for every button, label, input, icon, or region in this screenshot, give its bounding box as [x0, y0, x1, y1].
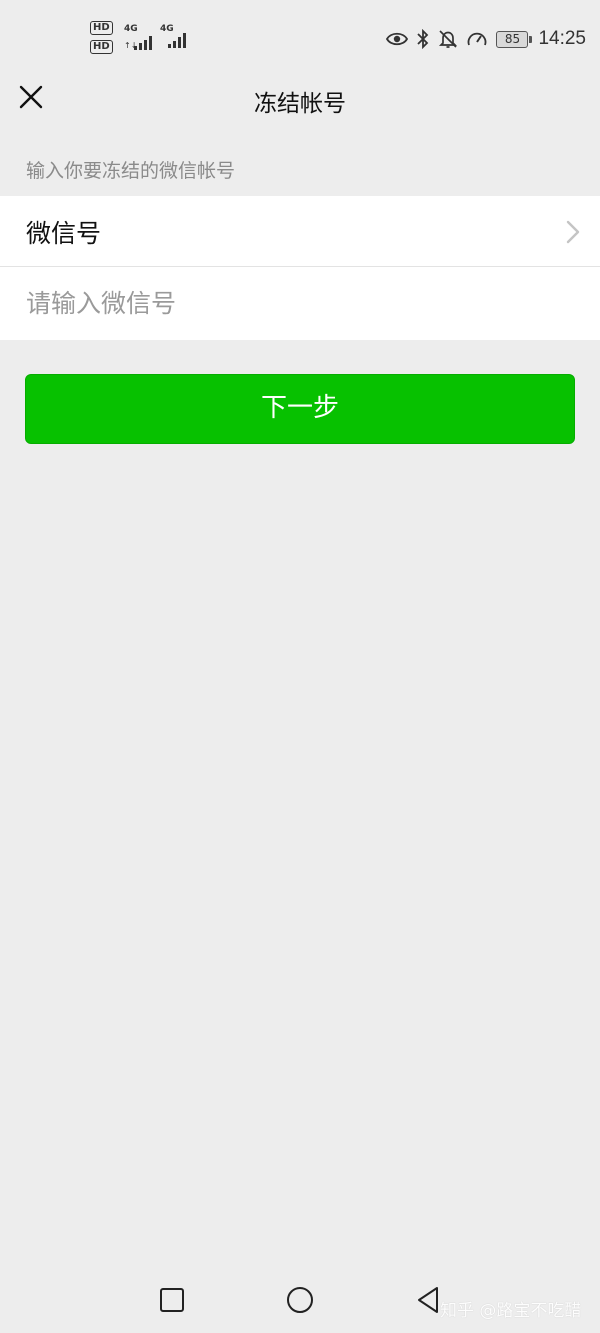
- account-input-row: [0, 267, 600, 340]
- next-button[interactable]: 下一步: [25, 374, 575, 444]
- hd-badge: HD: [90, 21, 113, 35]
- hd-badge: HD: [90, 40, 113, 54]
- account-type-label: 微信号: [26, 219, 102, 248]
- section-hint: 输入你要冻结的微信帐号: [26, 160, 236, 182]
- wechat-id-input[interactable]: [26, 279, 576, 327]
- bell-off-icon: [439, 30, 458, 48]
- recent-apps-icon: [160, 1288, 184, 1312]
- page-title: 冻结帐号: [254, 91, 346, 117]
- nav-bar: 冻结帐号: [0, 64, 600, 134]
- network-indicators: HD HD 4G ↑↓ 4G: [88, 18, 198, 58]
- watermark: 知乎 @路宝不吃醋: [440, 1301, 582, 1321]
- signal-strength-icon: [168, 33, 186, 48]
- battery-level: 85: [504, 31, 521, 46]
- status-right-icons: 85 14:25: [386, 24, 586, 54]
- battery-icon: 85: [496, 30, 533, 48]
- account-form-card: 微信号: [0, 196, 600, 340]
- svg-text:↑↓: ↑↓: [124, 41, 137, 50]
- status-time: 14:25: [538, 28, 586, 49]
- account-type-selector[interactable]: 微信号: [0, 196, 600, 267]
- chevron-right-icon: [566, 220, 580, 244]
- speedometer-icon: [468, 32, 487, 46]
- network-type-label: 4G: [124, 24, 138, 34]
- recent-apps-button[interactable]: [155, 1283, 189, 1317]
- eye-icon: [386, 32, 409, 46]
- bluetooth-icon: [417, 29, 429, 49]
- home-icon: [287, 1287, 313, 1313]
- signal-strength-icon: ↑↓: [124, 36, 152, 50]
- home-button[interactable]: [283, 1283, 317, 1317]
